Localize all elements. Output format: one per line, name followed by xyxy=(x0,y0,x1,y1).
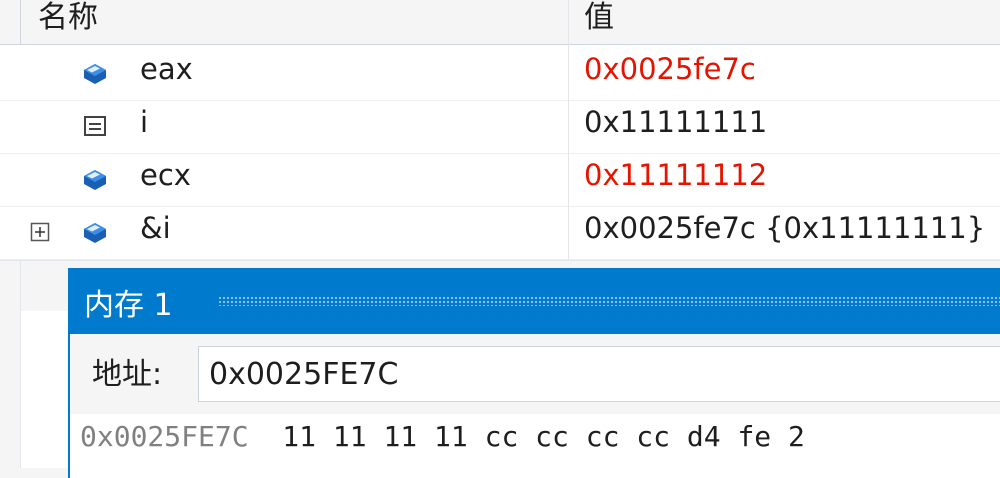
drag-grip[interactable] xyxy=(218,296,1000,306)
empty-gutter xyxy=(0,310,20,468)
column-header: 名称 值 xyxy=(0,0,1000,45)
local-variable-icon xyxy=(84,116,106,136)
watch-row-ecx[interactable]: ecx 0x11111112 xyxy=(0,153,1000,207)
memory-window-title-bar[interactable]: 内存 1 xyxy=(70,268,1000,334)
address-input[interactable] xyxy=(198,346,1000,402)
address-label: 地址: xyxy=(92,357,163,392)
address-bar: 地址: xyxy=(70,334,1000,410)
memory-content[interactable]: 0x0025FE7C 11 11 11 11 cc cc cc cc d4 fe… xyxy=(70,414,1000,478)
memory-line-bytes[interactable]: 11 11 11 11 cc cc cc cc d4 fe 2 xyxy=(282,420,805,453)
watch-row-value: 0x0025fe7c {0x11111111} xyxy=(584,211,986,245)
column-header-name[interactable]: 名称 xyxy=(38,0,98,36)
register-icon xyxy=(84,64,106,84)
watch-row-value: 0x11111111 xyxy=(584,105,768,139)
watch-row-eax[interactable]: eax 0x0025fe7c xyxy=(0,47,1000,101)
watch-row-name: &i xyxy=(140,211,171,245)
register-icon xyxy=(84,170,106,190)
gutter-divider xyxy=(20,0,21,44)
watch-row-address-of-i[interactable]: &i 0x0025fe7c {0x11111111} xyxy=(0,206,1000,260)
memory-window: 内存 1 地址: 0x0025FE7C 11 11 11 11 cc cc cc… xyxy=(68,268,1000,478)
watch-row-name: i xyxy=(140,105,149,139)
memory-line[interactable]: 0x0025FE7C 11 11 11 11 cc cc cc cc d4 fe… xyxy=(80,420,805,453)
watch-row-i[interactable]: i 0x11111111 xyxy=(0,100,1000,154)
expand-plus-icon[interactable] xyxy=(30,222,50,242)
memory-window-title: 内存 1 xyxy=(84,288,173,323)
gutter-divider xyxy=(20,260,21,468)
watch-row-value: 0x11111112 xyxy=(584,158,768,192)
watch-row-name: ecx xyxy=(140,158,191,192)
register-icon xyxy=(84,223,106,243)
column-divider[interactable] xyxy=(568,0,569,270)
column-header-value[interactable]: 值 xyxy=(584,0,614,36)
watch-row-name: eax xyxy=(140,52,193,86)
memory-line-address: 0x0025FE7C xyxy=(80,420,249,453)
watch-row-value: 0x0025fe7c xyxy=(584,52,756,86)
